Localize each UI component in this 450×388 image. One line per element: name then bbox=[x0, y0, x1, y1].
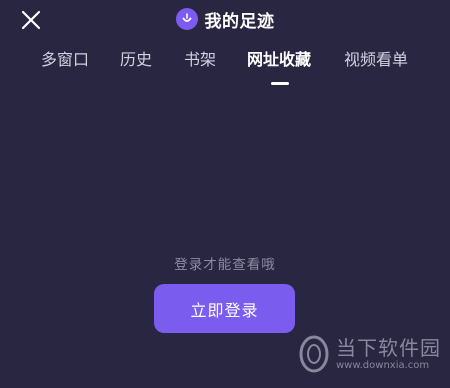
login-hint-text: 登录才能查看哦 bbox=[174, 257, 276, 273]
favorites-screen: 我的足迹 多窗口 历史 书架 网址收藏 视频看单 登录才能查看哦 立即登录 当下… bbox=[0, 0, 450, 388]
active-tab-indicator bbox=[271, 82, 289, 85]
watermark: 当下软件园 www.downxia.com bbox=[296, 326, 446, 382]
page-title: 我的足迹 bbox=[204, 11, 275, 32]
tab-video-list[interactable]: 视频看单 bbox=[344, 48, 408, 72]
tab-bookshelf[interactable]: 书架 bbox=[184, 48, 216, 72]
smiley-face-icon bbox=[175, 8, 198, 30]
header-title-area: 我的足迹 bbox=[0, 6, 450, 32]
watermark-logo-icon bbox=[299, 335, 329, 373]
watermark-url: www.downxia.com bbox=[336, 360, 430, 371]
login-button[interactable]: 立即登录 bbox=[154, 284, 295, 333]
tab-history[interactable]: 历史 bbox=[120, 48, 152, 72]
tab-bar: 多窗口 历史 书架 网址收藏 视频看单 bbox=[0, 48, 450, 88]
tab-multi-window[interactable]: 多窗口 bbox=[41, 48, 89, 72]
watermark-text: 当下软件园 bbox=[336, 336, 441, 360]
tab-bookmarks[interactable]: 网址收藏 bbox=[247, 48, 311, 72]
